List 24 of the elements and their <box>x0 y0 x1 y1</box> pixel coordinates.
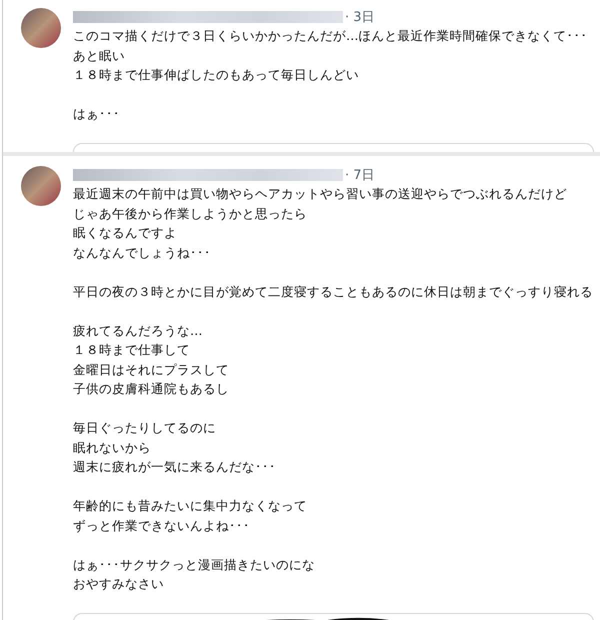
post-text: 年齢的にも昔みたいに集中力なくなって <box>73 497 308 515</box>
post-text: 平日の夜の３時とかに目が覚めて二度寝することもあるのに休日は朝までぐっすり寝れる <box>73 282 594 300</box>
image-placeholder[interactable] <box>73 613 594 620</box>
post-text: 眠くなるんですよ <box>73 224 178 242</box>
post-text: 週末に疲れが一気に来るんだな･･･ <box>73 458 277 476</box>
post-text: 子供の皮膚科通院もあるし <box>73 380 230 398</box>
post-text: 眠れないから <box>73 438 152 456</box>
post-text: 最近週末の午前中は買い物やらヘアカットやら習い事の送迎やらでつぶれるんだけど <box>73 185 568 203</box>
post-text: 金曜日はそれにプラスして <box>73 360 230 378</box>
post-text: １８時まで仕事して <box>73 341 191 359</box>
post-text: 毎日ぐったりしてるのに <box>73 419 217 437</box>
post-text: はぁ･･･ <box>73 105 121 123</box>
post-time[interactable]: · 3日 <box>345 8 375 26</box>
post-text: このコマ描くだけで３日くらいかかったんだが…ほんと最近作業時間確保できなくて･･･あと眠い <box>73 27 588 64</box>
post-text: 疲れてるんだろうな… <box>73 322 204 340</box>
post-text: なんなんでしょうね･･･ <box>73 244 212 262</box>
post-text: おやすみなさい <box>73 575 165 593</box>
post-text: はぁ･･･サクサクっと漫画描きたいのにな <box>73 556 316 574</box>
post-text: じゃあ午後から作業しようかと思ったら <box>73 204 308 222</box>
post-text: １８時まで仕事伸ばしたのもあって毎日しんどい <box>73 66 360 84</box>
post-text: ずっと作業できないんよね･･･ <box>73 516 251 534</box>
avatar-placeholder[interactable] <box>21 8 61 48</box>
avatar-placeholder[interactable] <box>21 166 61 206</box>
post-time[interactable]: · 7日 <box>345 166 375 184</box>
